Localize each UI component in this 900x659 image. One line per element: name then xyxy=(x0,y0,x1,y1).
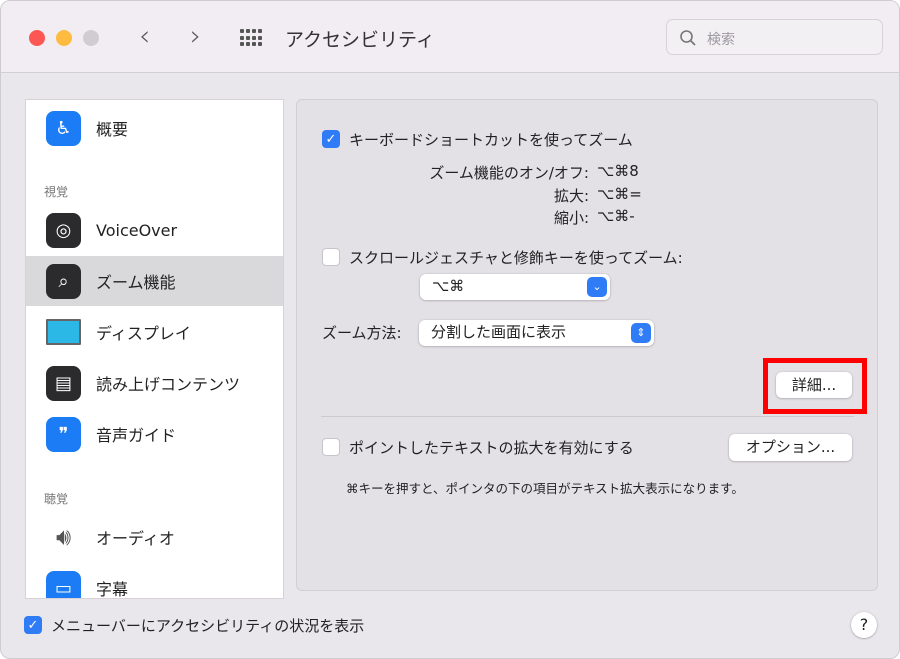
shortcut-keys: ⌥⌘8 xyxy=(597,162,639,180)
shortcut-keys: ⌥⌘= xyxy=(597,185,642,203)
forward-button[interactable]: › xyxy=(190,19,201,52)
minimize-button[interactable] xyxy=(56,30,72,46)
highlight-box xyxy=(763,358,867,414)
shortcut-name: 縮小: xyxy=(553,209,589,227)
shortcut-keys: ⌥⌘- xyxy=(597,207,635,225)
modifier-key-value: ⌥⌘ xyxy=(432,277,465,295)
sidebar-item-descriptions[interactable]: ❞ 音声ガイド xyxy=(26,409,283,459)
sidebar-item-label: ズーム機能 xyxy=(96,273,176,292)
zoom-style-select[interactable]: 分割した画面に表示 ⇕ xyxy=(419,320,654,346)
sidebar-item-spoken-content[interactable]: ▤ 読み上げコンテンツ xyxy=(26,358,283,408)
sidebar-item-zoom[interactable]: ⌕ ズーム機能 xyxy=(26,256,283,306)
sidebar-item-label: 音声ガイド xyxy=(96,426,177,445)
title-bar: ‹ › アクセシビリティ 検索 xyxy=(1,1,899,73)
speaker-icon: 🔊︎ xyxy=(55,523,72,551)
divider xyxy=(321,416,854,417)
zoom-window-button[interactable] xyxy=(83,30,99,46)
sidebar-item-overview[interactable]: ♿︎ 概要 xyxy=(26,103,283,153)
sidebar-item-label: 読み上げコンテンツ xyxy=(96,375,241,394)
back-button[interactable]: ‹ xyxy=(139,19,150,52)
zoom-icon: ⌕ xyxy=(46,263,81,299)
show-all-grid-icon[interactable] xyxy=(240,29,262,47)
shortcut-name: ズーム機能のオン/オフ: xyxy=(429,164,589,182)
spoken-content-icon: ▤ xyxy=(46,365,81,401)
menubar-status-checkbox[interactable]: ✓ xyxy=(24,616,42,634)
shortcut-name: 拡大: xyxy=(553,187,589,205)
sidebar-item-label: ディスプレイ xyxy=(96,324,191,343)
voiceover-icon: ◎ xyxy=(46,212,81,248)
hover-text-hint: ⌘キーを押すと、ポインタの下の項目がテキスト拡大表示になります。 xyxy=(346,481,744,496)
chevron-down-icon: ⌄ xyxy=(587,277,607,297)
sidebar-item-label: オーディオ xyxy=(96,529,175,548)
window: ‹ › アクセシビリティ 検索 ♿︎ 概要 視覚 ◎ VoiceOver ⌕ ズ… xyxy=(0,0,900,659)
sidebar-item-display[interactable]: ディスプレイ xyxy=(26,307,283,357)
up-down-chevron-icon: ⇕ xyxy=(631,323,651,343)
sidebar: ♿︎ 概要 視覚 ◎ VoiceOver ⌕ ズーム機能 ディスプレイ ▤ 読み… xyxy=(25,99,284,599)
sidebar-item-label: VoiceOver xyxy=(96,220,178,240)
zoom-style-label: ズーム方法: xyxy=(322,324,402,342)
scroll-gesture-checkbox[interactable] xyxy=(322,248,340,266)
menubar-status-label: メニューバーにアクセシビリティの状況を表示 xyxy=(51,617,365,635)
close-button[interactable] xyxy=(29,30,45,46)
sidebar-item-label: 字幕 xyxy=(96,580,129,599)
sidebar-item-audio[interactable]: 🔊︎ オーディオ xyxy=(26,512,283,562)
display-icon xyxy=(46,319,81,345)
options-button[interactable]: オプション... xyxy=(729,434,852,461)
help-button[interactable]: ? xyxy=(851,612,877,638)
sidebar-item-label: 概要 xyxy=(96,120,129,139)
section-hearing: 聴覚 xyxy=(44,492,69,506)
scroll-gesture-label: スクロールジェスチャと修飾キーを使ってズーム: xyxy=(349,249,683,267)
keyboard-shortcut-checkbox[interactable]: ✓ xyxy=(322,130,340,148)
search-icon xyxy=(680,30,696,46)
captions-icon: ▭ xyxy=(46,570,81,598)
sidebar-item-voiceover[interactable]: ◎ VoiceOver xyxy=(26,205,283,255)
accessibility-icon: ♿︎ xyxy=(46,110,81,146)
descriptions-icon: ❞ xyxy=(46,416,81,452)
sidebar-item-captions[interactable]: ▭ 字幕 xyxy=(26,563,283,599)
search-placeholder: 検索 xyxy=(707,32,735,48)
section-vision: 視覚 xyxy=(44,185,69,199)
hover-text-label: ポイントしたテキストの拡大を有効にする xyxy=(349,439,634,457)
zoom-style-value: 分割した画面に表示 xyxy=(431,323,567,341)
search-input[interactable]: 検索 xyxy=(666,19,883,55)
modifier-key-select[interactable]: ⌥⌘ ⌄ xyxy=(420,274,610,300)
hover-text-checkbox[interactable] xyxy=(322,438,340,456)
window-title: アクセシビリティ xyxy=(285,29,435,51)
keyboard-shortcut-label: キーボードショートカットを使ってズーム xyxy=(349,131,633,149)
